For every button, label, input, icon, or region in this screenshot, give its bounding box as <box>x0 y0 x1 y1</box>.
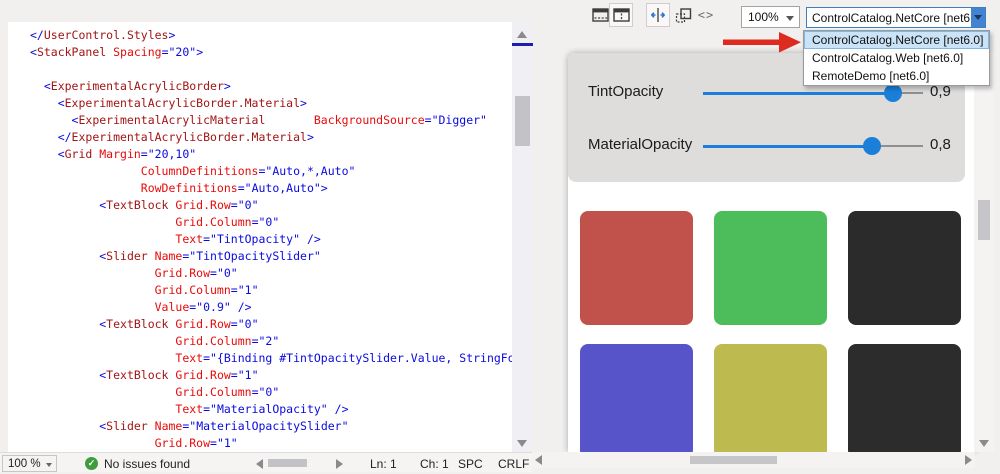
code-line[interactable]: <ExperimentalAcrylicBorder> <box>30 78 512 95</box>
preview-zoom-select[interactable]: 100% <box>741 6 800 28</box>
scroll-down-icon[interactable] <box>517 440 527 447</box>
line-ending-indicator[interactable]: CRLF <box>498 457 529 471</box>
code-line[interactable]: Text="MaterialOpacity" /> <box>30 401 512 418</box>
material-opacity-slider-fill <box>703 144 872 148</box>
run-target-value: ControlCatalog.NetCore [net6.0] <box>812 10 984 25</box>
chevron-down-icon <box>786 16 794 21</box>
column-indicator[interactable]: Ch: 1 <box>420 457 449 471</box>
scroll-right-icon[interactable] <box>336 459 343 469</box>
code-line[interactable]: RowDefinitions="Auto,Auto"> <box>30 180 512 197</box>
code-line[interactable]: Grid.Row="1" <box>30 435 512 452</box>
preview-horizontal-scrollbar[interactable] <box>532 452 975 468</box>
scroll-right-icon[interactable] <box>965 455 972 465</box>
preview-vertical-scrollbar[interactable] <box>974 53 994 452</box>
editor-hscroll-thumb[interactable] <box>268 459 307 467</box>
scroll-down-icon[interactable] <box>979 440 989 447</box>
code-line[interactable]: <StackPanel Spacing="20"> <box>30 44 512 61</box>
issues-status-text: No issues found <box>104 457 191 471</box>
preview-hscroll-thumb[interactable] <box>690 456 777 464</box>
split-vertical-icon <box>612 8 630 22</box>
split-vertical-button[interactable] <box>609 3 633 27</box>
xaml-editor-pane[interactable]: </UserControl.Styles> <StackPanel Spacing… <box>8 22 512 452</box>
color-swatch <box>714 344 827 452</box>
code-line[interactable]: <ExperimentalAcrylicMaterial BackgroundS… <box>30 112 512 129</box>
dropdown-item[interactable]: ControlCatalog.Web [net6.0] <box>804 49 989 67</box>
code-view-icon: <> <box>697 8 715 22</box>
code-view-button[interactable]: <> <box>694 3 718 27</box>
material-opacity-slider-thumb[interactable] <box>862 137 881 155</box>
code-line[interactable]: <ExperimentalAcrylicBorder.Material> <box>30 95 512 112</box>
tint-opacity-slider-thumb[interactable] <box>884 84 903 102</box>
swap-panes-button[interactable] <box>646 3 670 27</box>
scroll-left-icon[interactable] <box>256 459 263 469</box>
material-opacity-value: 0,8 <box>930 136 951 153</box>
color-swatch <box>848 344 961 452</box>
color-swatch <box>714 211 827 325</box>
material-opacity-row: MaterialOpacity 0,8 <box>568 136 965 156</box>
code-line[interactable]: <TextBlock Grid.Row="1" <box>30 367 512 384</box>
code-line[interactable]: Grid.Column="2" <box>30 333 512 350</box>
editor-vertical-scrollbar[interactable] <box>512 22 533 452</box>
code-line[interactable]: <TextBlock Grid.Row="0" <box>30 197 512 214</box>
code-line[interactable]: Text="{Binding #TintOpacitySlider.Value,… <box>30 350 512 367</box>
code-line[interactable]: Text="TintOpacity" /> <box>30 231 512 248</box>
code-line[interactable]: ColumnDefinitions="Auto,*,Auto" <box>30 163 512 180</box>
chevron-down-icon <box>974 15 982 20</box>
scroll-up-icon[interactable] <box>517 31 527 38</box>
color-swatch <box>848 211 961 325</box>
code-line[interactable]: Grid.Column="1" <box>30 282 512 299</box>
code-line[interactable]: Grid.Column="0" <box>30 384 512 401</box>
material-opacity-label: MaterialOpacity <box>588 136 693 153</box>
xaml-code-text[interactable]: </UserControl.Styles> <StackPanel Spacing… <box>30 27 512 452</box>
color-swatch <box>580 211 693 325</box>
tint-opacity-label: TintOpacity <box>588 83 664 100</box>
line-indicator[interactable]: Ln: 1 <box>370 457 397 471</box>
color-swatch <box>580 344 693 452</box>
editor-vscroll-thumb[interactable] <box>515 96 530 146</box>
code-line[interactable]: </UserControl.Styles> <box>30 27 512 44</box>
editor-zoom-value: 100 % <box>8 457 41 470</box>
caret-position-marker <box>512 43 533 46</box>
float-preview-icon <box>675 7 691 23</box>
code-line[interactable]: Grid.Row="0" <box>30 265 512 282</box>
run-target-dropdown-list: ControlCatalog.NetCore [net6.0] ControlCa… <box>803 30 990 86</box>
whitespace-indicator[interactable]: SPC <box>458 457 483 471</box>
editor-zoom-select[interactable]: 100 % <box>2 455 57 472</box>
color-swatch-grid <box>580 211 961 452</box>
annotation-arrow <box>723 31 802 53</box>
swap-panes-icon <box>650 8 666 22</box>
no-issues-check-icon: ✓ <box>85 457 98 470</box>
dropdown-item[interactable]: RemoteDemo [net6.0] <box>804 67 989 85</box>
editor-status-bar: 100 % ✓ No issues found Ln: 1 Ch: 1 SPC … <box>0 452 532 472</box>
code-line[interactable]: Grid.Column="0" <box>30 214 512 231</box>
xaml-preview-canvas[interactable]: TintOpacity 0,9 MaterialOpacity 0,8 <box>568 53 975 452</box>
preview-vscroll-thumb[interactable] <box>978 200 990 240</box>
code-line[interactable]: <Slider Name="MaterialOpacitySlider" <box>30 418 512 435</box>
combobox-dropdown-button[interactable] <box>971 8 985 27</box>
code-line[interactable]: <TextBlock Grid.Row="0" <box>30 316 512 333</box>
code-line[interactable]: <Grid Margin="20,10" <box>30 146 512 163</box>
split-horizontal-icon <box>591 8 609 22</box>
tint-opacity-slider-fill <box>703 91 894 95</box>
code-line[interactable]: </ExperimentalAcrylicBorder.Material> <box>30 129 512 146</box>
chevron-down-icon <box>46 463 52 467</box>
code-line[interactable]: <Slider Name="TintOpacitySlider" <box>30 248 512 265</box>
preview-zoom-value: 100% <box>748 10 779 24</box>
run-target-combobox[interactable]: ControlCatalog.NetCore [net6.0] <box>806 7 986 28</box>
code-line[interactable] <box>30 61 512 78</box>
dropdown-item[interactable]: ControlCatalog.NetCore [net6.0] <box>804 31 989 49</box>
code-line[interactable]: Value="0.9" /> <box>30 299 512 316</box>
tint-opacity-row: TintOpacity 0,9 <box>568 83 965 103</box>
scroll-left-icon[interactable] <box>535 455 542 465</box>
float-preview-button[interactable] <box>671 3 695 27</box>
